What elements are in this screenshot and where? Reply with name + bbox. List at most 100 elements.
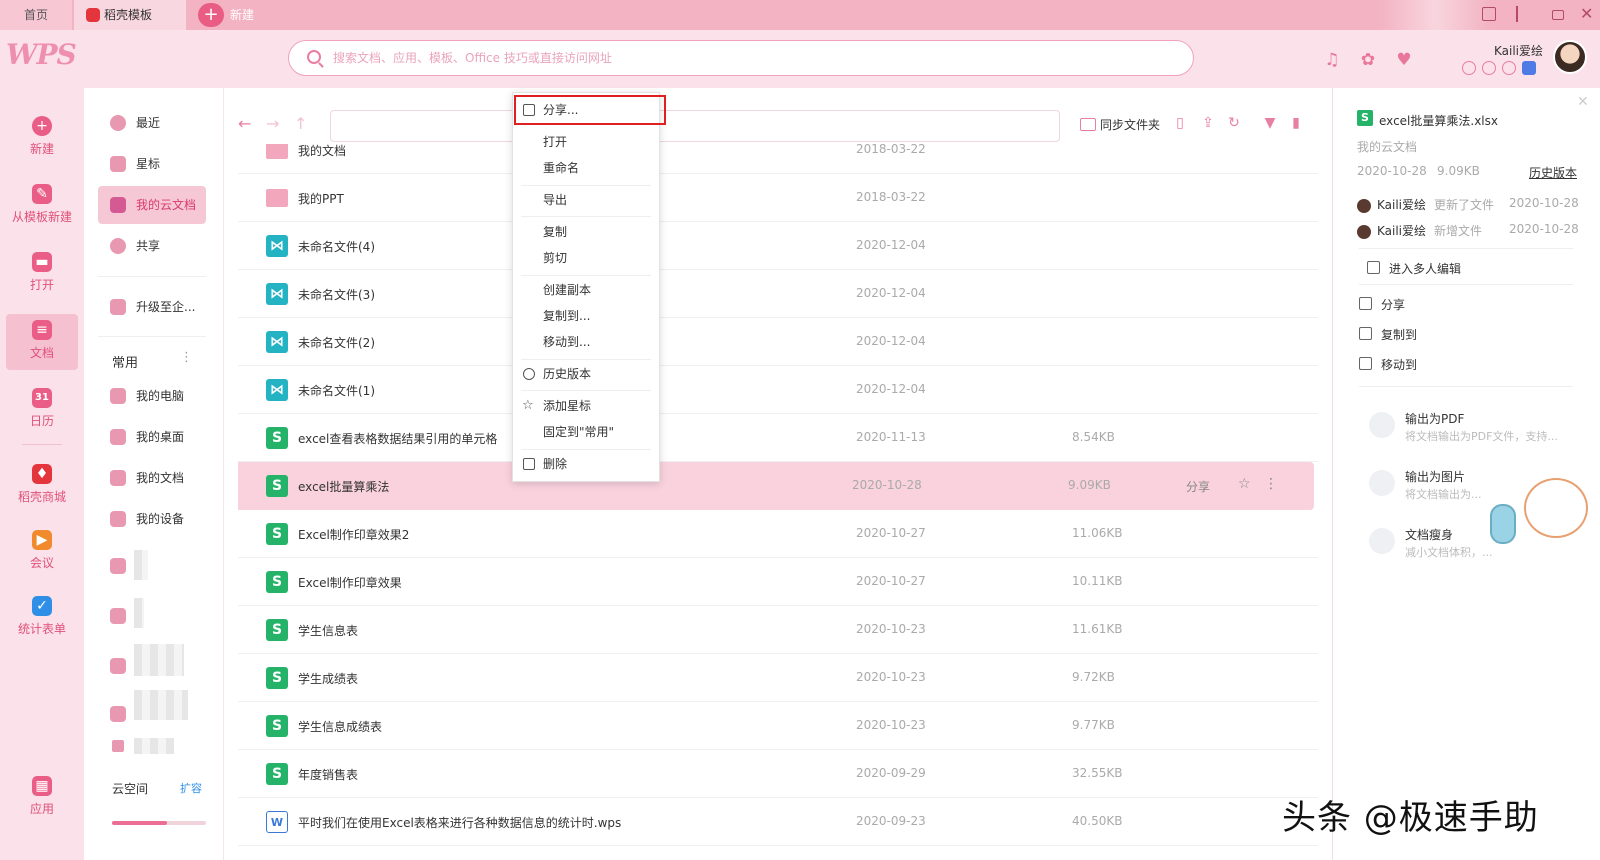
common-my-computer[interactable]: 我的电脑 [98, 377, 206, 415]
new-file-icon[interactable]: ▯ [1172, 115, 1188, 131]
refresh-icon[interactable]: ↻ [1226, 115, 1242, 131]
gear-icon[interactable]: ✿ [1358, 50, 1378, 70]
table-row[interactable]: S 年度销售表 2020-09-29 32.55KB [238, 750, 1318, 798]
more-vertical-icon[interactable]: ⋮ [180, 350, 193, 365]
headset-icon[interactable]: ♫ [1322, 50, 1342, 70]
tab-new[interactable]: + 新建 [196, 0, 276, 30]
close-icon[interactable]: ✕ [1577, 94, 1589, 110]
file-date: 2020-10-23 [856, 718, 926, 732]
folder-upgrade[interactable]: 升级至企... [98, 288, 206, 326]
filter-icon[interactable]: ▼ [1262, 115, 1278, 131]
search-input[interactable] [333, 47, 1153, 69]
file-date: 2020-09-29 [856, 766, 926, 780]
close-window-icon[interactable]: ✕ [1580, 4, 1593, 23]
folder-shared[interactable]: 共享 [98, 227, 206, 265]
menu-rename[interactable]: 重命名 [513, 155, 659, 181]
table-row[interactable]: ⋈ 未命名文件(3) 2020-12-04 [238, 270, 1318, 318]
table-row[interactable]: S 学生信息成绩表 2020-10-23 9.77KB [238, 702, 1318, 750]
table-row[interactable]: Sexcel批量算乘法 2020-10-28 9.09KB 分享 ☆ ⋮ [238, 462, 1314, 510]
folder-my-cloud[interactable]: 我的云文档 [98, 186, 206, 224]
file-size: 9.72KB [1072, 670, 1115, 684]
menu-delete[interactable]: 删除 [513, 451, 659, 477]
nav-apps[interactable]: ▦ 应用 [6, 770, 78, 826]
common-my-documents[interactable]: 我的文档 [98, 459, 206, 497]
folder-recent[interactable]: 最近 [98, 104, 206, 142]
menu-cut[interactable]: 剪切 [513, 245, 659, 271]
nav-daoke-mall[interactable]: ♦ 稻壳商城 [6, 458, 78, 514]
highlight-box [514, 95, 666, 125]
file-name: excel批量算乘法 [298, 480, 390, 494]
user-name[interactable]: Kaili爱绘 [1494, 42, 1543, 59]
table-row[interactable]: ⋈ 未命名文件(2) 2020-12-04 [238, 318, 1318, 366]
star-icon[interactable]: ☆ [1238, 476, 1251, 492]
skin-shirt-icon[interactable]: ♥ [1394, 50, 1414, 70]
menu-move-to[interactable]: 移动到... [513, 329, 659, 355]
table-row[interactable]: S Excel制作印章效果2 2020-10-27 11.06KB [238, 510, 1318, 558]
excel-file-icon: S [266, 427, 288, 449]
menu-duplicate[interactable]: 创建副本 [513, 277, 659, 303]
nav-from-template-label: 从模板新建 [11, 210, 72, 224]
menu-copy[interactable]: 复制 [513, 219, 659, 245]
table-row[interactable]: S 学生信息表 2020-10-23 11.61KB [238, 606, 1318, 654]
table-row[interactable]: 我的PPT 2018-03-22 [238, 174, 1318, 222]
forward-arrow-icon[interactable]: → [266, 114, 279, 133]
folder-divider [98, 276, 206, 277]
panel-toggle-icon[interactable]: ▮ [1288, 115, 1304, 131]
menu-pin[interactable]: 固定到"常用" [513, 419, 659, 445]
nav-calendar[interactable]: 31 日历 [6, 382, 78, 438]
activity-date: 2020-10-28 [1509, 196, 1579, 210]
folder-starred[interactable]: 星标 [98, 145, 206, 183]
clock-icon [523, 368, 535, 380]
up-arrow-icon[interactable]: ↑ [294, 114, 307, 133]
tool-export-pdf-name: 输出为PDF [1405, 412, 1465, 426]
table-row[interactable]: S Excel制作印章效果 2020-10-27 10.11KB [238, 558, 1318, 606]
panel-share-link[interactable]: 分享 [1359, 296, 1405, 313]
documents-folder-icon [110, 470, 126, 486]
menu-export[interactable]: 导出 [513, 187, 659, 213]
table-row[interactable]: S 学生成绩表 2020-10-23 9.72KB [238, 654, 1318, 702]
table-row[interactable]: W 平时我们在使用Excel表格来进行各种数据信息的统计时.wps 2020-09-… [238, 798, 1318, 846]
tab-daoke-templates[interactable]: 稻壳模板 [74, 0, 186, 30]
plus-circle-icon: + [32, 116, 52, 136]
menu-open[interactable]: 打开 [513, 129, 659, 155]
tool-export-image-name: 输出为图片 [1405, 470, 1466, 484]
maximize-window-icon[interactable] [1552, 10, 1564, 20]
common-my-devices[interactable]: 我的设备 [98, 500, 206, 538]
cloud-usage-fill [112, 821, 167, 825]
context-menu: 分享... 打开 重命名 导出 复制 剪切 创建副本 复制到... 移动到...… [512, 92, 666, 482]
path-bar[interactable] [330, 110, 1060, 142]
nav-stat-form[interactable]: ✓ 统计表单 [6, 590, 78, 646]
sync-folder-button[interactable]: 同步文件夹 [1080, 116, 1160, 133]
nav-new[interactable]: + 新建 [6, 110, 78, 166]
common-my-desktop[interactable]: 我的桌面 [98, 418, 206, 456]
more-vertical-icon[interactable]: ⋮ [1264, 476, 1278, 492]
word-file-icon: W [266, 811, 288, 833]
search-box[interactable] [288, 40, 1194, 76]
row-share-button[interactable]: 分享 [1186, 478, 1210, 495]
nav-open[interactable]: ▬ 打开 [6, 246, 78, 302]
avatar[interactable] [1553, 40, 1587, 74]
table-row[interactable]: ⋈ 未命名文件(1) 2020-12-04 [238, 366, 1318, 414]
history-version-link[interactable]: 历史版本 [1529, 164, 1577, 181]
back-arrow-icon[interactable]: ← [238, 114, 251, 133]
nav-meeting[interactable]: ▶ 会议 [6, 524, 78, 580]
multi-edit-link[interactable]: 进入多人编辑 [1367, 260, 1461, 277]
nav-documents[interactable]: ≡ 文档 [6, 314, 78, 370]
file-toolbar: ← → ↑ 同步文件夹 ▯ ⇪ ↻ ▼ ▮ [224, 88, 1334, 144]
expand-link[interactable]: 扩容 [180, 780, 202, 796]
menu-star[interactable]: ☆ 添加星标 [513, 393, 659, 419]
table-row[interactable]: 我的文档 2018-03-22 [238, 144, 1318, 174]
menu-copy-to[interactable]: 复制到... [513, 303, 659, 329]
tab-home[interactable]: 首页 [0, 0, 72, 30]
table-row[interactable]: ⋈ 未命名文件(4) 2020-12-04 [238, 222, 1318, 270]
folder-recent-label: 最近 [136, 116, 161, 130]
file-size: 9.09KB [1068, 478, 1111, 492]
mascot-fan [1490, 504, 1516, 544]
table-row[interactable]: Sexcel查看表格数据结果引用的单元格 2020-11-13 8.54KB [238, 414, 1318, 462]
nav-from-template[interactable]: ✎ 从模板新建 [4, 178, 80, 234]
menu-history[interactable]: 历史版本 [513, 361, 659, 387]
upload-icon[interactable]: ⇪ [1200, 115, 1216, 131]
panel-move-to-link[interactable]: 移动到 [1359, 356, 1417, 373]
restore-window-icon[interactable] [1482, 7, 1496, 21]
panel-copy-to-link[interactable]: 复制到 [1359, 326, 1417, 343]
